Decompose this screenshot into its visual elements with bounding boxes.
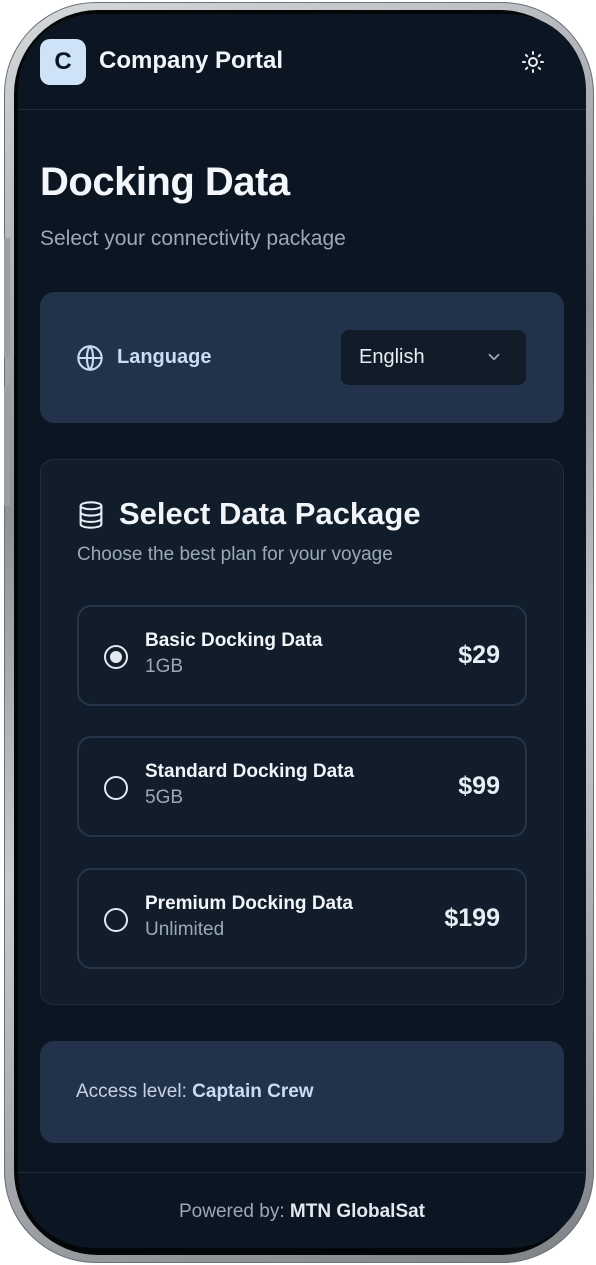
package-price: $99: [458, 772, 500, 800]
volume-up-button: [4, 238, 10, 358]
radio-button[interactable]: [104, 776, 128, 800]
language-card: Language English: [40, 292, 564, 423]
package-price: $29: [458, 641, 500, 669]
app-title: Company Portal: [99, 47, 284, 74]
package-price: $199: [444, 904, 500, 932]
package-card: Select Data Package Choose the best plan…: [40, 459, 564, 1005]
package-option-standard[interactable]: Standard Docking Data 5GB $99: [77, 736, 527, 837]
app-screen: C Company Portal Docking Data Select you…: [18, 14, 586, 1248]
radio-button[interactable]: [104, 908, 128, 932]
language-selected-value: English: [359, 346, 425, 368]
package-size: Unlimited: [145, 919, 225, 940]
footer-text: Powered by: MTN GlobalSat: [18, 1201, 586, 1223]
package-option-premium[interactable]: Premium Docking Data Unlimited $199: [77, 868, 527, 969]
package-option-basic[interactable]: Basic Docking Data 1GB $29: [77, 605, 527, 706]
access-level-text: Access level: Captain Crew: [76, 1081, 314, 1103]
company-logo: C: [40, 39, 86, 85]
package-name: Standard Docking Data: [145, 761, 355, 782]
page-subtitle: Select your connectivity package: [40, 227, 346, 250]
footer-label: Powered by:: [178, 1201, 285, 1222]
package-subtitle: Choose the best plan for your voyage: [77, 544, 393, 565]
package-name: Basic Docking Data: [145, 630, 323, 651]
chevron-down-icon: [488, 353, 500, 361]
database-icon: [79, 501, 103, 529]
page-title: Docking Data: [40, 160, 290, 204]
volume-down-button: [4, 386, 10, 506]
app-header: C Company Portal: [18, 14, 586, 110]
language-select[interactable]: English: [341, 330, 526, 385]
footer-provider: MTN GlobalSat: [289, 1201, 426, 1222]
sun-icon[interactable]: [521, 50, 545, 74]
globe-icon: [77, 344, 103, 372]
package-size: 1GB: [145, 656, 184, 677]
radio-button-selected[interactable]: [104, 645, 128, 669]
package-title: Select Data Package: [119, 496, 421, 531]
app-footer: Powered by: MTN GlobalSat: [18, 1172, 586, 1248]
package-name: Premium Docking Data: [145, 893, 353, 914]
access-level-value: Captain Crew: [192, 1081, 314, 1102]
package-size: 5GB: [145, 787, 184, 808]
access-level-card: Access level: Captain Crew: [40, 1041, 564, 1143]
language-label: Language: [117, 346, 212, 368]
access-level-label: Access level:: [76, 1081, 187, 1102]
